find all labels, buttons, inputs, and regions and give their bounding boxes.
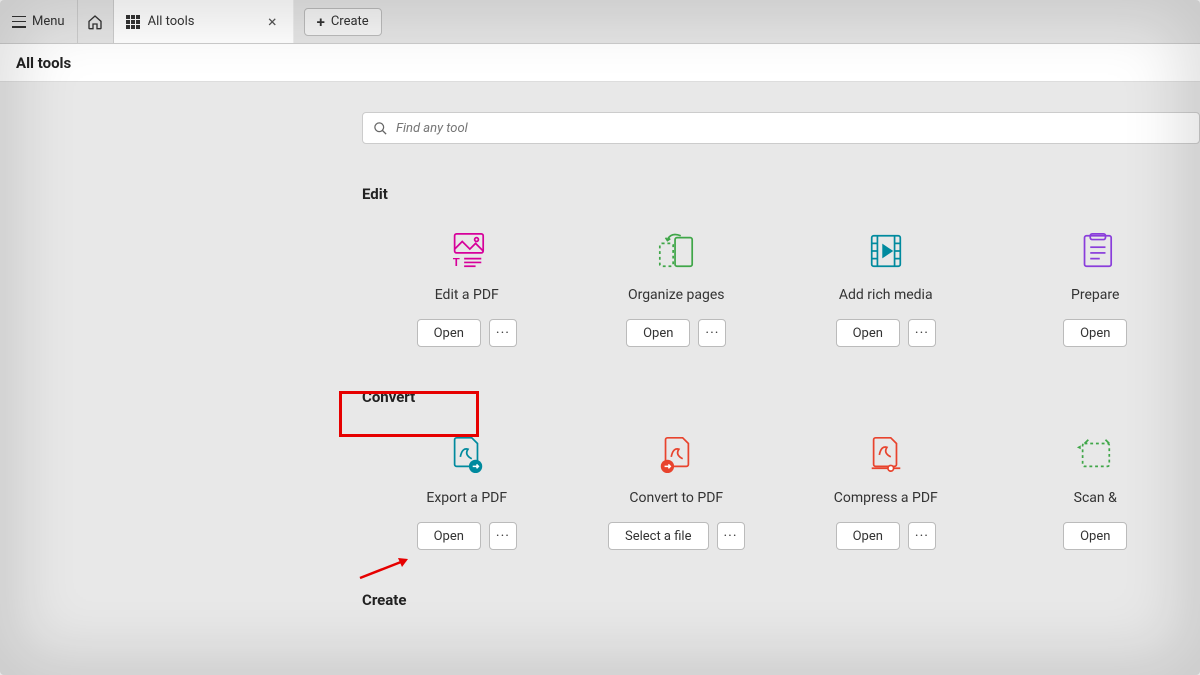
card-label: Add rich media (839, 287, 933, 303)
compress-pdf-icon (866, 434, 906, 474)
create-button[interactable]: + Create (304, 8, 382, 36)
subheader: All tools (0, 44, 1200, 82)
menu-button[interactable]: Menu (0, 0, 78, 43)
menu-label: Menu (32, 14, 65, 29)
tab-label: All tools (148, 14, 195, 29)
home-icon (87, 14, 103, 30)
open-button[interactable]: Open (1063, 522, 1127, 550)
card-label: Prepare (1071, 287, 1119, 303)
plus-icon: + (317, 13, 325, 31)
rich-media-icon (866, 231, 906, 271)
topbar: Menu All tools × + Create (0, 0, 1200, 44)
open-button[interactable]: Open (417, 319, 481, 347)
convert-to-pdf-icon (656, 434, 696, 474)
card-export-pdf: Export a PDF Open ··· (362, 434, 572, 550)
open-button[interactable]: Open (626, 319, 690, 347)
search-input[interactable] (396, 121, 1189, 136)
search-icon (373, 121, 388, 136)
tab-all-tools[interactable]: All tools × (114, 0, 294, 43)
card-organize-pages: Organize pages Open ··· (572, 231, 782, 347)
content: Edit T Edit a PDF Open ··· (0, 82, 1200, 637)
card-compress-pdf: Compress a PDF Open ··· (781, 434, 991, 550)
export-pdf-icon (447, 434, 487, 474)
organize-pages-icon (656, 231, 696, 271)
section-convert: Convert Export a PDF Open ··· (362, 387, 1200, 550)
svg-text:T: T (452, 255, 459, 269)
more-button[interactable]: ··· (698, 319, 726, 347)
home-button[interactable] (78, 0, 114, 43)
card-label: Export a PDF (426, 490, 507, 506)
tab-close-button[interactable]: × (264, 12, 281, 31)
more-button[interactable]: ··· (908, 319, 936, 347)
section-title-create: Create (362, 591, 406, 609)
section-title-convert: Convert (362, 388, 415, 406)
section-create: Create (362, 590, 1200, 637)
more-button[interactable]: ··· (908, 522, 936, 550)
search-field[interactable] (362, 112, 1200, 144)
card-add-rich-media: Add rich media Open ··· (781, 231, 991, 347)
edit-pdf-icon: T (447, 231, 487, 271)
page-title: All tools (16, 54, 71, 72)
card-convert-to-pdf: Convert to PDF Select a file ··· (572, 434, 782, 550)
more-button[interactable]: ··· (489, 319, 517, 347)
section-edit: Edit T Edit a PDF Open ··· (362, 184, 1200, 347)
open-button[interactable]: Open (836, 319, 900, 347)
open-button[interactable]: Open (417, 522, 481, 550)
card-prepare: Prepare Open (991, 231, 1200, 347)
card-label: Convert to PDF (629, 490, 723, 506)
card-label: Organize pages (628, 287, 725, 303)
more-button[interactable]: ··· (717, 522, 745, 550)
section-title-edit: Edit (362, 185, 388, 203)
create-label: Create (331, 14, 369, 29)
card-label: Compress a PDF (834, 490, 938, 506)
hamburger-icon (12, 16, 26, 28)
card-edit-pdf: T Edit a PDF Open ··· (362, 231, 572, 347)
open-button[interactable]: Open (1063, 319, 1127, 347)
select-file-button[interactable]: Select a file (608, 522, 709, 550)
card-label: Scan & (1074, 490, 1117, 506)
prepare-icon (1075, 231, 1115, 271)
open-button[interactable]: Open (836, 522, 900, 550)
more-button[interactable]: ··· (489, 522, 517, 550)
scan-icon (1075, 434, 1115, 474)
grid-icon (126, 15, 140, 29)
card-label: Edit a PDF (435, 287, 499, 303)
card-scan: Scan & Open (991, 434, 1200, 550)
